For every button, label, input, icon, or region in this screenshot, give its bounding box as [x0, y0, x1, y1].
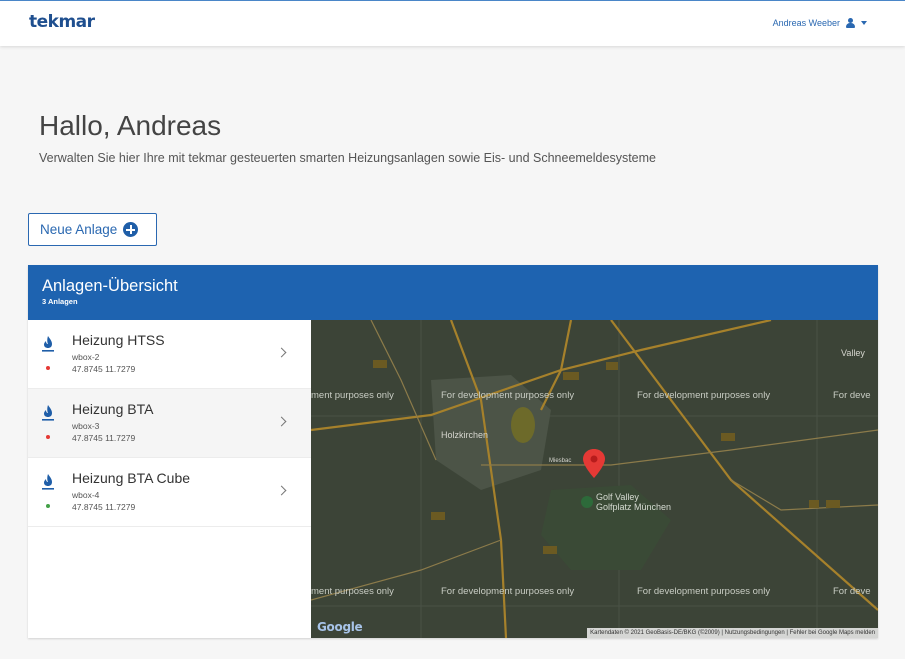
place-label: Holzkirchen — [441, 430, 489, 440]
watermark-text: ment purposes only — [311, 586, 394, 597]
coordinates: 47.8745 11.7279 — [72, 364, 136, 374]
attribution-data: Kartendaten © 2021 GeoBasis-DE/BKG (©200… — [590, 630, 720, 636]
device-id: wbox-3 — [72, 421, 100, 431]
user-icon[interactable] — [846, 18, 856, 28]
watermark-text: For deve — [833, 390, 871, 401]
user-menu[interactable]: Andreas Weeber — [773, 18, 867, 28]
flame-icon — [42, 336, 54, 352]
list-item[interactable]: Heizung HTSS wbox-2 47.8745 11.7279 — [28, 320, 311, 389]
tekmar-logo[interactable]: tekmar — [29, 12, 95, 32]
installation-name: Heizung BTA — [72, 401, 154, 417]
chevron-right-icon[interactable] — [276, 347, 287, 358]
place-label: Valley — [841, 348, 865, 358]
list-item[interactable]: Heizung BTA Cube wbox-4 47.8745 11.7279 — [28, 458, 311, 527]
device-id: wbox-2 — [72, 352, 100, 362]
status-dot — [46, 504, 50, 508]
caret-down-icon[interactable] — [861, 21, 867, 25]
google-logo[interactable]: Google — [317, 620, 363, 634]
coordinates: 47.8745 11.7279 — [72, 502, 136, 512]
map-attribution: Kartendaten © 2021 GeoBasis-DE/BKG (©200… — [587, 628, 878, 638]
watermark-text: ment purposes only — [311, 390, 394, 401]
watermark-text: For development purposes only — [637, 586, 771, 597]
flame-icon — [42, 405, 54, 421]
installations-overview-panel: Anlagen-Übersicht 3 Anlagen Heizung HTSS… — [28, 265, 878, 638]
list-item[interactable]: Heizung BTA wbox-3 47.8745 11.7279 — [28, 389, 311, 458]
new-installation-label: Neue Anlage — [40, 222, 118, 237]
golf-poi-label: Golf Valley Golfplatz München — [596, 492, 671, 512]
new-installation-button[interactable]: Neue Anlage — [28, 213, 157, 246]
poi-line: Golf Valley — [596, 492, 639, 502]
watermark-text: For development purposes only — [441, 586, 575, 597]
installations-list: Heizung HTSS wbox-2 47.8745 11.7279 Heiz… — [28, 320, 311, 638]
page-subtitle: Verwalten Sie hier Ihre mit tekmar geste… — [39, 151, 656, 165]
map-roads — [311, 320, 878, 638]
panel-title: Anlagen-Übersicht — [42, 277, 178, 295]
top-navbar: tekmar Andreas Weeber — [0, 0, 905, 46]
watermark-text: For deve — [833, 586, 871, 597]
watermark-text: For development purposes only — [441, 390, 575, 401]
installation-name: Heizung BTA Cube — [72, 470, 191, 486]
poi-line: Golfplatz München — [596, 502, 672, 512]
watermark-text: For development purposes only — [637, 390, 771, 401]
status-dot — [46, 435, 50, 439]
user-name[interactable]: Andreas Weeber — [773, 18, 840, 28]
chevron-right-icon[interactable] — [276, 416, 287, 427]
plus-circle-icon — [123, 222, 139, 237]
report-error-link[interactable]: Fehler bei Google Maps melden — [790, 630, 875, 636]
map-view[interactable]: ment purposes only For development purpo… — [311, 320, 878, 638]
flame-icon — [42, 474, 54, 490]
road-label: Miesbac — [549, 458, 572, 464]
chevron-right-icon[interactable] — [276, 485, 287, 496]
device-id: wbox-4 — [72, 490, 100, 500]
installation-name: Heizung HTSS — [72, 332, 165, 348]
panel-header: Anlagen-Übersicht 3 Anlagen — [28, 265, 878, 320]
status-dot — [46, 366, 50, 370]
terms-link[interactable]: Nutzungsbedingungen — [725, 630, 785, 636]
coordinates: 47.8745 11.7279 — [72, 433, 136, 443]
page-title: Hallo, Andreas — [39, 110, 222, 141]
installation-count: 3 Anlagen — [42, 297, 78, 306]
